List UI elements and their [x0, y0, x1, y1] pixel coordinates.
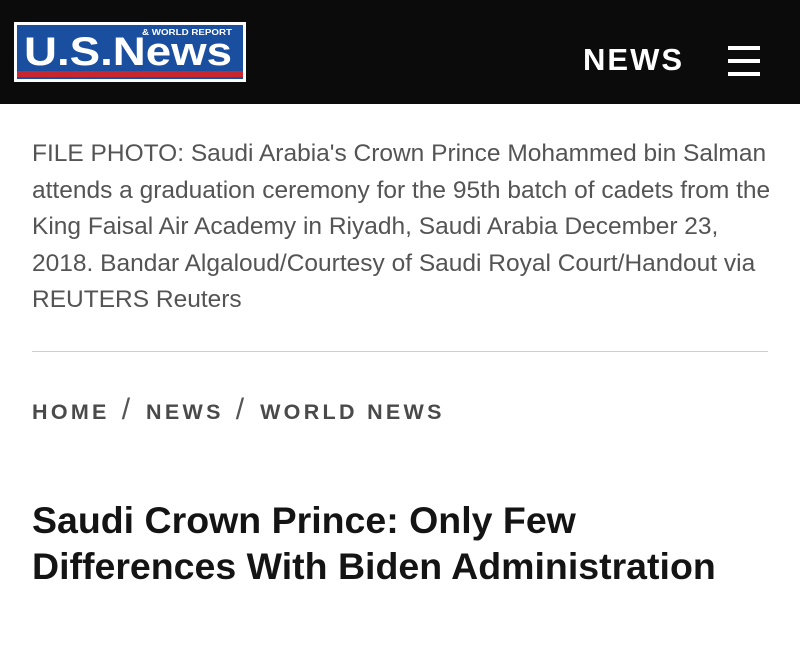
article-headline: Saudi Crown Prince: Only Few Differences…: [32, 499, 716, 587]
breadcrumb-home-link[interactable]: HOME: [32, 400, 110, 425]
logo-sub-text: & WORLD REPORT: [142, 28, 232, 37]
section-divider: [32, 351, 768, 352]
menu-bar-middle: [728, 59, 760, 63]
news-nav-button[interactable]: NEWS: [583, 38, 684, 82]
breadcrumb-separator: /: [121, 393, 131, 426]
hamburger-menu-icon[interactable]: [726, 44, 762, 78]
breadcrumb-news-link[interactable]: NEWS: [146, 400, 224, 425]
breadcrumb: HOME / NEWS / WORLD NEWS: [32, 393, 445, 429]
site-header: U.S.News & WORLD REPORT NEWS: [0, 0, 800, 104]
menu-bar-bottom: [728, 72, 760, 76]
breadcrumb-world-news-link[interactable]: WORLD NEWS: [260, 400, 445, 425]
menu-bar-top: [728, 46, 760, 50]
breadcrumb-separator: /: [235, 393, 245, 426]
photo-caption: FILE PHOTO: Saudi Arabia's Crown Prince …: [32, 140, 771, 313]
usnews-logo[interactable]: U.S.News & WORLD REPORT: [14, 22, 246, 82]
